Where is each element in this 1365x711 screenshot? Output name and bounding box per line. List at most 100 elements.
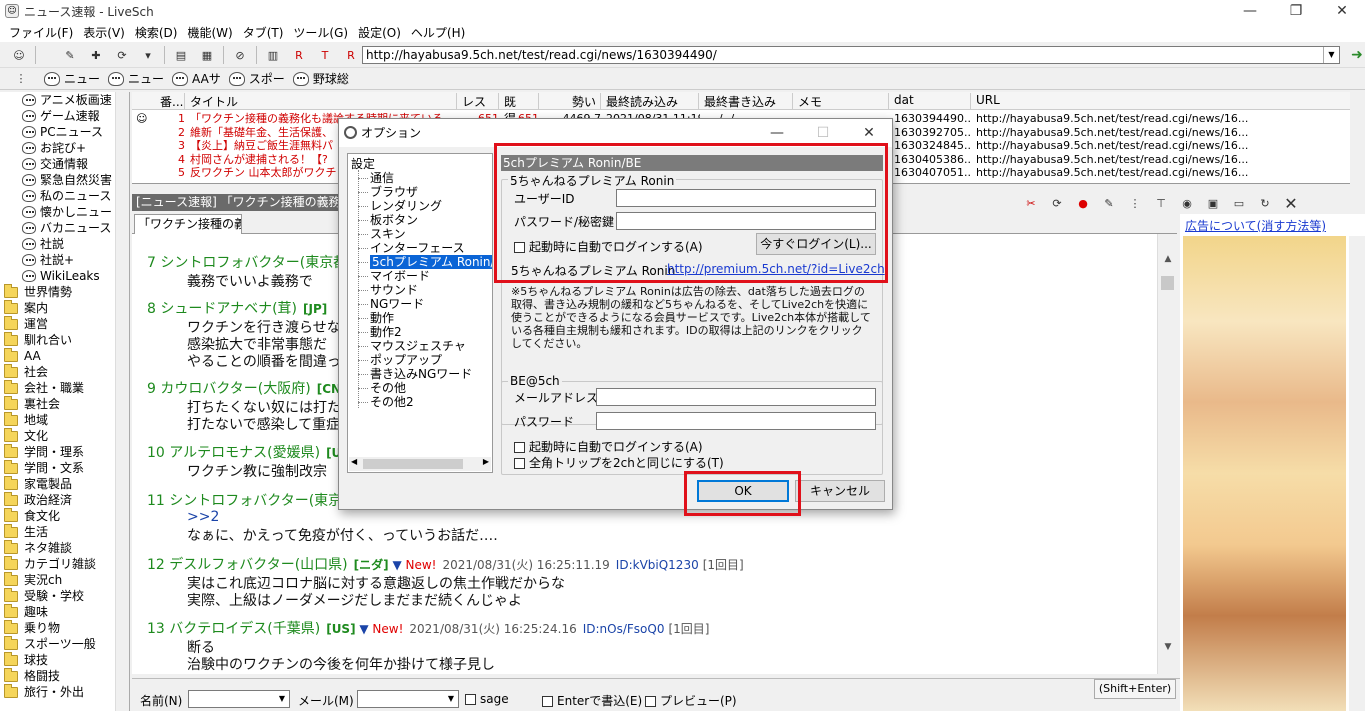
nav-item[interactable]: 書き込みNGワード — [370, 367, 472, 381]
delete-log-icon[interactable]: ✂ — [1020, 193, 1042, 213]
url-input[interactable]: http://hayabusa9.5ch.net/test/read.cgi/n… — [362, 46, 1340, 64]
close-button[interactable]: ✕ — [1319, 0, 1365, 22]
board-item[interactable]: バカニュース — [0, 220, 129, 236]
board-item[interactable]: 球技 — [0, 651, 129, 668]
be-auto-login-checkbox[interactable] — [514, 442, 525, 453]
dropdown-arrow-icon[interactable]: ▾ — [137, 45, 159, 65]
favorite-link[interactable]: 野球総 — [292, 70, 349, 87]
new-doc-icon[interactable]: ▤ — [170, 45, 192, 65]
scroll-up-icon[interactable]: ▲ — [1158, 250, 1178, 268]
nav-item[interactable]: 5chプレミアム Ronin/BE — [370, 255, 492, 269]
menu-settings[interactable]: 設定(O) — [353, 24, 406, 41]
col-title[interactable]: タイトル — [187, 93, 457, 109]
board-item[interactable]: ネタ雑談 — [0, 539, 129, 556]
post-author[interactable]: 8 シュードアナベナ(茸) — [147, 301, 297, 317]
preview-option[interactable]: プレビュー(P) — [645, 692, 737, 709]
board-item[interactable]: アニメ板画速 — [0, 92, 129, 108]
post-id[interactable]: ID:nOs/FsoQ0 — [583, 622, 665, 636]
col-res[interactable]: レス — [459, 93, 499, 109]
thread-tab[interactable]: 「ワクチン接種の義 — [134, 214, 242, 234]
nav-item[interactable]: NGワード — [370, 297, 424, 311]
col-got[interactable]: 既得... — [501, 93, 539, 126]
board-item[interactable]: 私のニュース — [0, 188, 129, 204]
reload-icon[interactable]: ⟳ — [1046, 193, 1068, 213]
ad-info-link[interactable]: 広告について(消す方法等) — [1185, 217, 1326, 234]
board-item[interactable]: 家電製品 — [0, 475, 129, 492]
col-number[interactable]: 番... — [157, 93, 185, 109]
trip-checkbox[interactable] — [514, 458, 525, 469]
post-author[interactable]: 12 デスルフォバクター(山口県) — [147, 557, 348, 573]
post-author[interactable]: 10 アルテロモナス(愛媛県) — [147, 445, 320, 461]
post-reference-link[interactable]: >>2 — [187, 509, 219, 525]
menu-tab[interactable]: タブ(T) — [238, 24, 289, 41]
post-author[interactable]: 13 バクテロイデス(千葉県) — [147, 621, 320, 637]
board-item[interactable]: PCニュース — [0, 124, 129, 140]
nav-item[interactable]: マイボード — [370, 269, 430, 283]
board-item[interactable]: 趣味 — [0, 603, 129, 620]
name-combo[interactable]: ▼ — [188, 690, 290, 708]
nav-item[interactable]: 板ボタン — [370, 213, 418, 227]
board-item[interactable]: 裏社会 — [0, 395, 129, 412]
scroll-thumb[interactable] — [1161, 276, 1174, 290]
nav-item[interactable]: サウンド — [370, 283, 418, 297]
col-memo[interactable]: メモ — [795, 93, 889, 109]
nav-item[interactable]: 動作2 — [370, 325, 402, 339]
nav-hscrollbar[interactable]: ◀ ▶ — [349, 457, 491, 471]
paste-icon[interactable]: ▦ — [196, 45, 218, 65]
board-item[interactable]: 社会 — [0, 363, 129, 380]
nav-item[interactable]: インターフェース — [370, 241, 465, 255]
folder-icon[interactable]: ▭ — [1228, 193, 1250, 213]
maximize-button[interactable]: ❐ — [1273, 0, 1319, 22]
col-last-read[interactable]: 最終読み込み — [603, 93, 699, 109]
dropper-icon[interactable]: ✎ — [59, 45, 81, 65]
board-item[interactable]: お詫び+ — [0, 140, 129, 156]
menu-view[interactable]: 表示(V) — [78, 24, 130, 41]
nav-item[interactable]: ブラウザ — [370, 185, 418, 199]
board-item[interactable]: 学問・文系 — [0, 459, 129, 476]
grid-icon[interactable]: ▥ — [262, 45, 284, 65]
refresh-all-icon[interactable]: ↻ — [1254, 193, 1276, 213]
sage-option[interactable]: sage — [465, 692, 509, 706]
col-power[interactable]: 勢い — [541, 93, 601, 109]
board-item[interactable]: 実況ch — [0, 571, 129, 588]
col-url[interactable]: URL — [973, 93, 1350, 109]
favorite-link[interactable]: ニュー — [108, 70, 164, 87]
preview-checkbox[interactable] — [645, 696, 656, 707]
board-item[interactable]: 案内 — [0, 299, 129, 316]
scroll-down-icon[interactable]: ▼ — [1158, 638, 1178, 656]
board-item[interactable]: 学問・理系 — [0, 443, 129, 460]
menu-help[interactable]: ヘルプ(H) — [406, 24, 470, 41]
close-thread-icon[interactable]: ✕ — [1280, 193, 1302, 213]
nav-item[interactable]: ポップアップ — [370, 353, 442, 367]
chevron-down-icon[interactable]: ▼ — [444, 691, 458, 707]
board-item[interactable]: 乗り物 — [0, 619, 129, 636]
board-item[interactable]: 生活 — [0, 523, 129, 540]
nav-item[interactable]: その他2 — [370, 395, 414, 409]
favorites-menu-icon[interactable]: ⋮ — [10, 69, 32, 89]
board-item[interactable]: 政治経済 — [0, 491, 129, 508]
post-menu-icon[interactable]: ▼ — [389, 558, 406, 572]
menu-search[interactable]: 検索(D) — [130, 24, 183, 41]
write-submit-button[interactable]: (Shift+Enter) — [1094, 679, 1176, 699]
post-id[interactable]: ID:kVbiQ1230 — [616, 558, 699, 572]
enter-write-checkbox[interactable] — [542, 696, 553, 707]
be-password-input[interactable] — [596, 412, 876, 430]
nav-item[interactable]: スキン — [370, 227, 406, 241]
board-item[interactable]: 旅行・外出 — [0, 683, 129, 700]
board-item[interactable]: 食文化 — [0, 507, 129, 524]
write-icon[interactable]: ✎ — [1098, 193, 1120, 213]
board-item[interactable]: 緊急自然災害 — [0, 172, 129, 188]
post-author[interactable]: 11 シントロフォバクター(東京 — [147, 493, 342, 509]
board-item[interactable]: 受験・学校 — [0, 587, 129, 604]
eye-icon[interactable]: ◉ — [1176, 193, 1198, 213]
board-item[interactable]: 運営 — [0, 315, 129, 332]
nav-item[interactable]: 動作 — [370, 311, 394, 325]
nav-root[interactable]: 設定 — [351, 157, 375, 171]
ad-scrollbar[interactable] — [1349, 236, 1365, 711]
scroll-right-icon[interactable]: ▶ — [483, 457, 489, 466]
list-icon[interactable]: ⋮ — [1124, 193, 1146, 213]
ad-image[interactable] — [1183, 236, 1346, 711]
stop-icon[interactable]: ⊘ — [229, 45, 251, 65]
res-icon[interactable]: R — [288, 45, 310, 65]
refresh-icon[interactable]: ⟳ — [111, 45, 133, 65]
